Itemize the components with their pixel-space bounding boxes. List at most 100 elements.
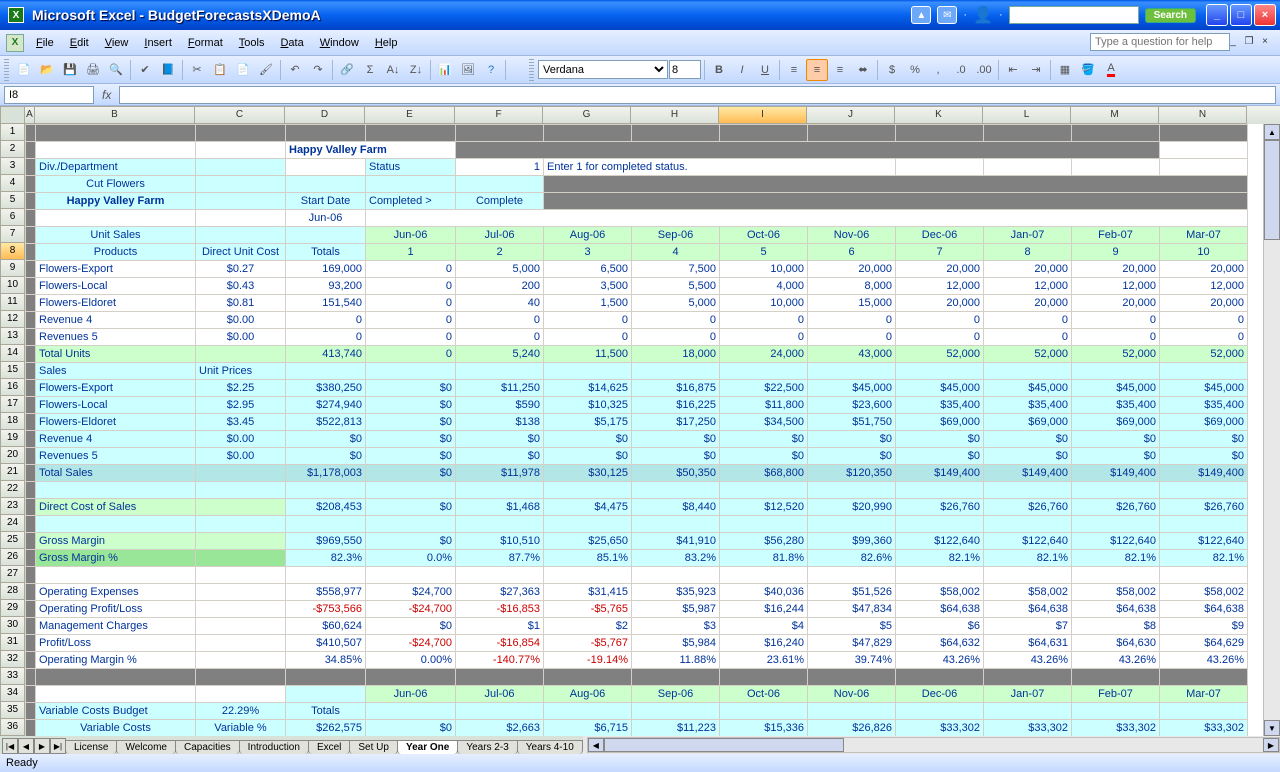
row-header-22[interactable]: 22: [0, 481, 25, 498]
borders-icon[interactable]: ▦: [1054, 59, 1076, 81]
align-left-icon[interactable]: ≡: [783, 59, 805, 81]
increase-indent-icon[interactable]: ⇥: [1025, 59, 1047, 81]
maximize-button[interactable]: □: [1230, 4, 1252, 26]
menu-insert[interactable]: Insert: [136, 35, 180, 51]
doc-restore-button[interactable]: ❐: [1242, 34, 1256, 48]
align-right-icon[interactable]: ≡: [829, 59, 851, 81]
col-header-F[interactable]: F: [455, 106, 543, 124]
paste-icon[interactable]: 📄: [232, 59, 254, 81]
doc-icon[interactable]: X: [6, 34, 24, 52]
vertical-scrollbar[interactable]: ▲ ▼: [1263, 124, 1280, 736]
row-header-28[interactable]: 28: [0, 583, 25, 600]
close-button[interactable]: ×: [1254, 4, 1276, 26]
research-icon[interactable]: 📘: [157, 59, 179, 81]
spelling-icon[interactable]: ✔: [134, 59, 156, 81]
minimize-button[interactable]: _: [1206, 4, 1228, 26]
hyperlink-icon[interactable]: 🔗: [336, 59, 358, 81]
new-icon[interactable]: 📄: [13, 59, 35, 81]
row-header-18[interactable]: 18: [0, 413, 25, 430]
help-input[interactable]: [1090, 33, 1230, 51]
doc-close-button[interactable]: ×: [1258, 34, 1272, 48]
row-header-3[interactable]: 3: [0, 158, 25, 175]
print-icon[interactable]: 🖨: [82, 59, 104, 81]
row-header-31[interactable]: 31: [0, 634, 25, 651]
merge-icon[interactable]: ⬌: [852, 59, 874, 81]
col-header-B[interactable]: B: [35, 106, 195, 124]
fill-color-icon[interactable]: 🪣: [1077, 59, 1099, 81]
comma-icon[interactable]: ,: [927, 59, 949, 81]
menu-tools[interactable]: Tools: [231, 35, 273, 51]
col-header-I[interactable]: I: [719, 106, 807, 124]
font-size-input[interactable]: [669, 60, 701, 79]
tab-nav-prev-icon[interactable]: ◀: [18, 738, 34, 754]
row-header-13[interactable]: 13: [0, 328, 25, 345]
col-header-L[interactable]: L: [983, 106, 1071, 124]
col-header-G[interactable]: G: [543, 106, 631, 124]
col-header-K[interactable]: K: [895, 106, 983, 124]
row-header-1[interactable]: 1: [0, 124, 25, 141]
undo-icon[interactable]: ↶: [284, 59, 306, 81]
font-select[interactable]: Verdana: [538, 60, 668, 79]
vscroll-thumb[interactable]: [1264, 140, 1280, 240]
format-painter-icon[interactable]: 🖌: [255, 59, 277, 81]
menu-help[interactable]: Help: [367, 35, 406, 51]
bold-icon[interactable]: B: [708, 59, 730, 81]
horizontal-scrollbar[interactable]: ◀ ▶: [587, 737, 1280, 753]
person-icon[interactable]: 👤: [973, 5, 993, 25]
tab-nav-last-icon[interactable]: ▶|: [50, 738, 66, 754]
row-header-8[interactable]: 8: [0, 243, 25, 260]
autosum-icon[interactable]: Σ: [359, 59, 381, 81]
menu-window[interactable]: Window: [312, 35, 367, 51]
menu-edit[interactable]: Edit: [62, 35, 97, 51]
row-header-20[interactable]: 20: [0, 447, 25, 464]
decrease-decimal-icon[interactable]: .00: [973, 59, 995, 81]
menu-data[interactable]: Data: [272, 35, 311, 51]
row-header-23[interactable]: 23: [0, 498, 25, 515]
row-header-26[interactable]: 26: [0, 549, 25, 566]
redo-icon[interactable]: ↷: [307, 59, 329, 81]
formula-input[interactable]: [119, 86, 1276, 104]
row-header-36[interactable]: 36: [0, 719, 25, 736]
menu-view[interactable]: View: [97, 35, 137, 51]
sheet-tab-license[interactable]: License: [65, 740, 117, 754]
row-header-33[interactable]: 33: [0, 668, 25, 685]
sheet-tab-welcome[interactable]: Welcome: [116, 740, 176, 754]
decrease-indent-icon[interactable]: ⇤: [1002, 59, 1024, 81]
sort-desc-icon[interactable]: Z↓: [405, 59, 427, 81]
sheet-tab-excel[interactable]: Excel: [308, 740, 350, 754]
sheet-tab-set-up[interactable]: Set Up: [349, 740, 398, 754]
row-header-16[interactable]: 16: [0, 379, 25, 396]
row-header-17[interactable]: 17: [0, 396, 25, 413]
col-header-M[interactable]: M: [1071, 106, 1159, 124]
menu-file[interactable]: File: [28, 35, 62, 51]
name-box[interactable]: [4, 86, 94, 104]
sheet-tab-introduction[interactable]: Introduction: [239, 740, 309, 754]
open-icon[interactable]: 📂: [36, 59, 58, 81]
row-header-14[interactable]: 14: [0, 345, 25, 362]
cut-icon[interactable]: ✂: [186, 59, 208, 81]
percent-icon[interactable]: %: [904, 59, 926, 81]
print-preview-icon[interactable]: 🔍: [105, 59, 127, 81]
row-header-10[interactable]: 10: [0, 277, 25, 294]
increase-decimal-icon[interactable]: .0: [950, 59, 972, 81]
hscroll-thumb[interactable]: [604, 738, 844, 752]
align-center-icon[interactable]: ≡: [806, 59, 828, 81]
copy-icon[interactable]: 📋: [209, 59, 231, 81]
row-header-2[interactable]: 2: [0, 141, 25, 158]
row-header-12[interactable]: 12: [0, 311, 25, 328]
row-header-21[interactable]: 21: [0, 464, 25, 481]
currency-icon[interactable]: $: [881, 59, 903, 81]
tab-nav-next-icon[interactable]: ▶: [34, 738, 50, 754]
row-header-15[interactable]: 15: [0, 362, 25, 379]
doc-minimize-button[interactable]: _: [1226, 34, 1240, 48]
titlebar-search-button[interactable]: Search: [1145, 8, 1196, 23]
italic-icon[interactable]: I: [731, 59, 753, 81]
menu-format[interactable]: Format: [180, 35, 231, 51]
row-header-19[interactable]: 19: [0, 430, 25, 447]
row-header-25[interactable]: 25: [0, 532, 25, 549]
col-header-J[interactable]: J: [807, 106, 895, 124]
row-header-11[interactable]: 11: [0, 294, 25, 311]
row-header-9[interactable]: 9: [0, 260, 25, 277]
drawing-icon[interactable]: 🖼: [457, 59, 479, 81]
col-header-D[interactable]: D: [285, 106, 365, 124]
